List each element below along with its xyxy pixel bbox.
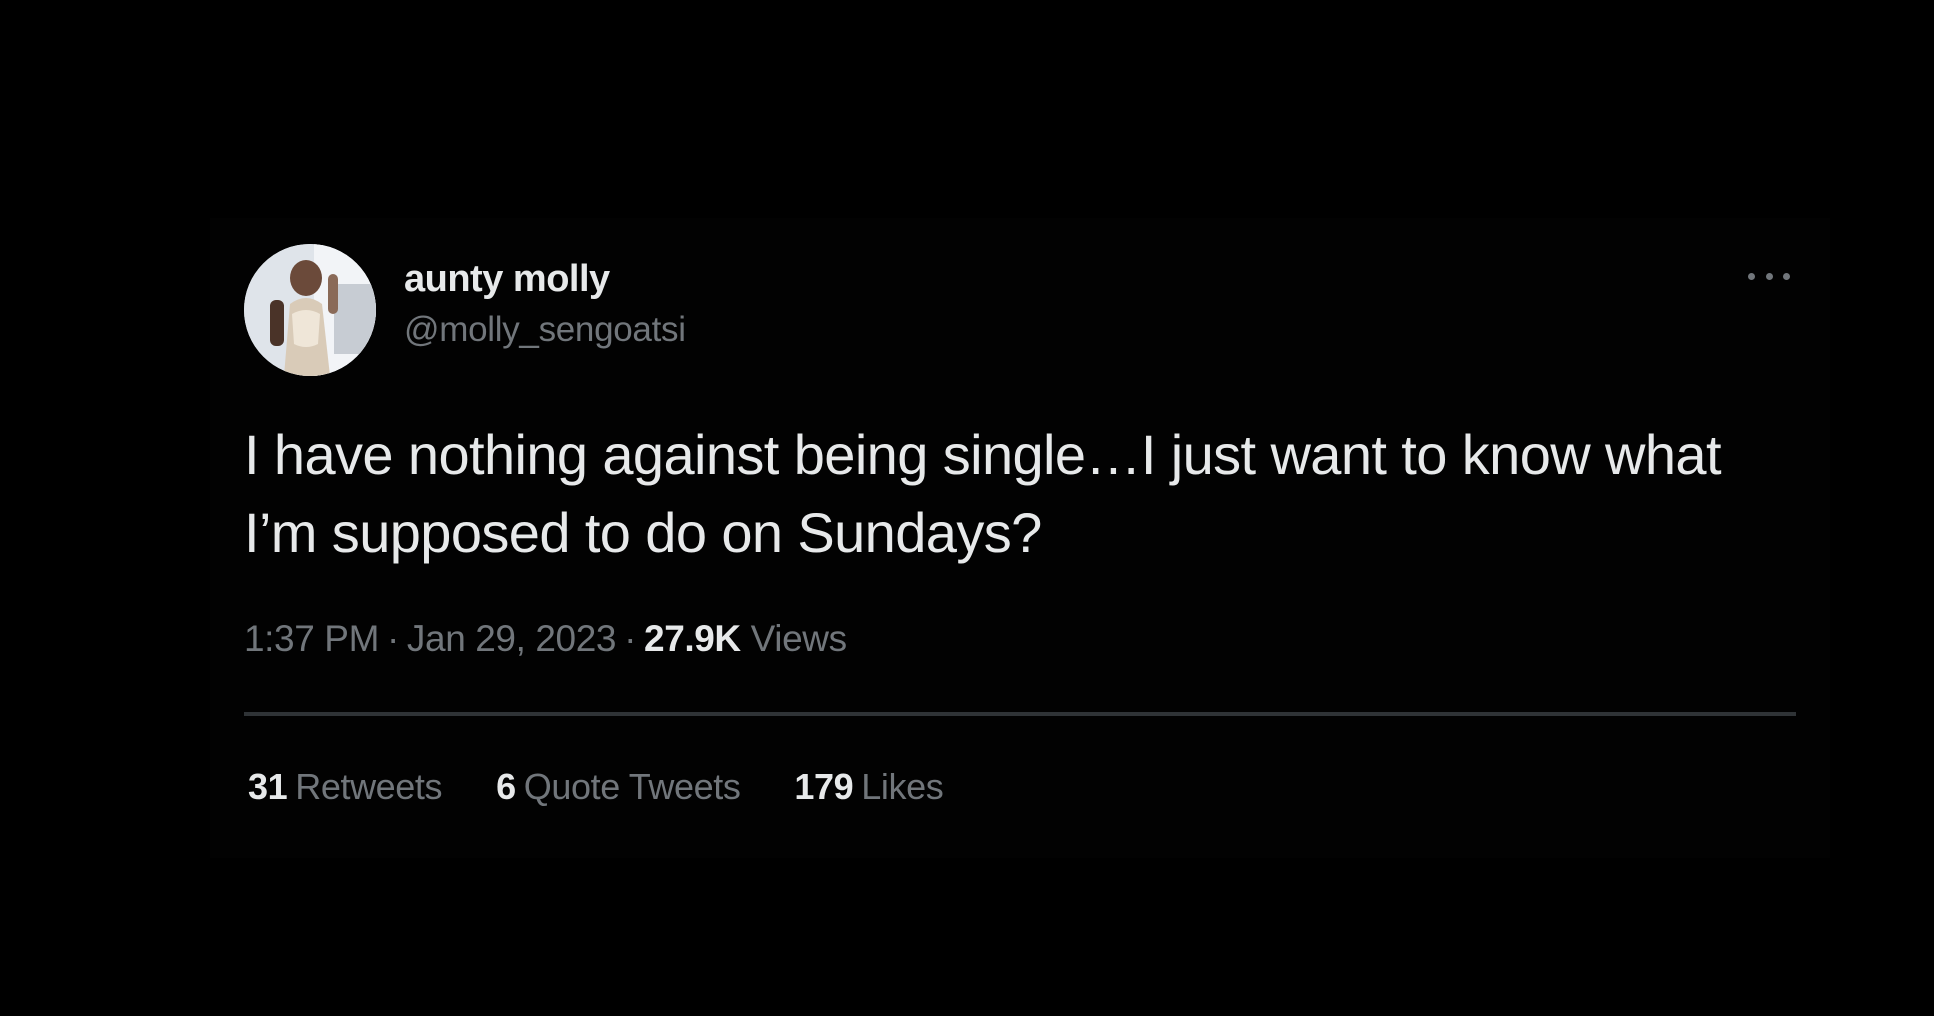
tweet-header: aunty molly @molly_sengoatsi	[244, 244, 1796, 384]
quote-tweets-count: 6	[496, 766, 516, 807]
more-horizontal-icon-dot	[1765, 272, 1773, 280]
views-count: 27.9K	[644, 618, 741, 659]
quote-tweets-stat[interactable]: 6 Quote Tweets	[496, 766, 741, 808]
likes-label: Likes	[861, 766, 944, 807]
more-horizontal-icon-dot	[1783, 272, 1790, 280]
likes-stat[interactable]: 179 Likes	[794, 766, 943, 808]
retweets-count: 31	[248, 766, 288, 807]
more-horizontal-icon	[1748, 272, 1755, 280]
more-options-button[interactable]	[1742, 264, 1796, 288]
tweet-time[interactable]: 1:37 PM	[244, 618, 379, 659]
tweet-text: I have nothing against being single…I ju…	[244, 423, 1722, 564]
divider	[244, 712, 1796, 716]
retweets-label: Retweets	[295, 766, 443, 807]
engagement-stats: 31 Retweets 6 Quote Tweets 179 Likes	[248, 766, 944, 808]
tweet-metadata: 1:37 PM · Jan 29, 2023 · 27.9K Views	[244, 618, 847, 660]
likes-count: 179	[794, 766, 854, 807]
views-label: Views	[750, 618, 847, 659]
quote-tweets-label: Quote Tweets	[523, 766, 741, 807]
retweets-stat[interactable]: 31 Retweets	[248, 766, 443, 808]
author-handle[interactable]: @molly_sengoatsi	[404, 310, 686, 350]
tweet-date[interactable]: Jan 29, 2023	[407, 618, 617, 659]
meta-separator: ·	[624, 618, 637, 659]
tweet-card: aunty molly @molly_sengoatsi I have noth…	[210, 218, 1830, 858]
meta-separator: ·	[387, 618, 399, 659]
author-display-name[interactable]: aunty molly	[404, 258, 610, 301]
avatar[interactable]	[244, 244, 376, 376]
avatar-image	[244, 244, 376, 376]
